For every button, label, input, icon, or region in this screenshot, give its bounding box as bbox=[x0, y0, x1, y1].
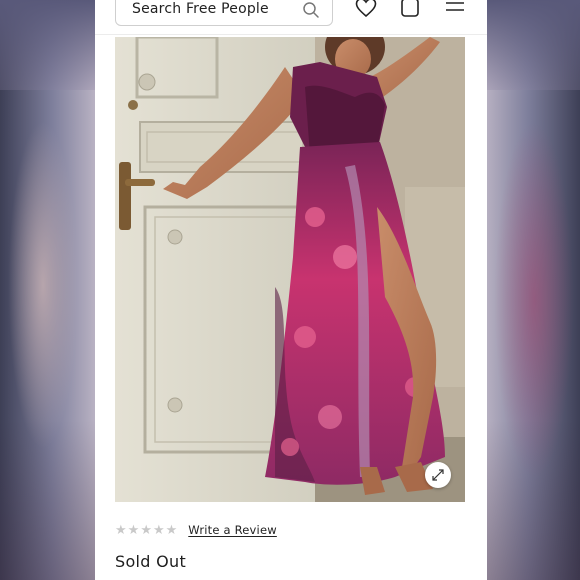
star-empty-icon: ★ bbox=[127, 522, 140, 538]
search-placeholder: Search Free People bbox=[132, 1, 269, 17]
heart-icon[interactable] bbox=[354, 0, 378, 20]
product-photo bbox=[115, 37, 465, 502]
bag-icon[interactable] bbox=[398, 0, 422, 20]
star-empty-icon: ★ bbox=[140, 522, 152, 538]
star-empty-icon: ★ bbox=[165, 522, 178, 538]
background-blur-left bbox=[8, 120, 78, 450]
zoom-button[interactable] bbox=[425, 462, 451, 488]
menu-icon[interactable] bbox=[443, 0, 467, 20]
star-empty-icon: ★ bbox=[152, 522, 165, 538]
product-page: Search Free People ★ ★ ★ ★ ★ Write a Rev… bbox=[95, 0, 487, 580]
write-review-link[interactable]: Write a Review bbox=[188, 523, 277, 537]
search-input[interactable]: Search Free People bbox=[115, 0, 333, 26]
site-header: Search Free People bbox=[95, 0, 487, 35]
expand-icon bbox=[432, 469, 444, 481]
availability-status: Sold Out bbox=[115, 552, 187, 571]
search-icon[interactable] bbox=[302, 1, 320, 19]
star-empty-icon: ★ bbox=[115, 522, 127, 538]
rating-row: ★ ★ ★ ★ ★ Write a Review bbox=[115, 521, 277, 539]
product-image[interactable] bbox=[115, 37, 465, 502]
